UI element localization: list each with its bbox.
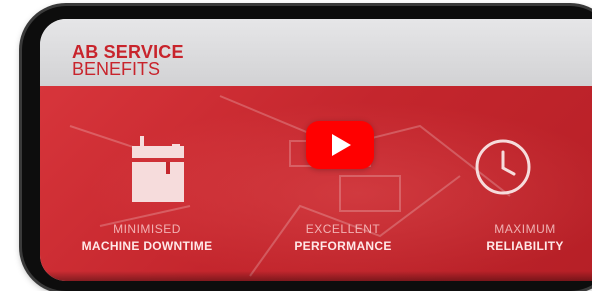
benefit-machine-downtime: MINIMISED MACHINE DOWNTIME (62, 222, 232, 253)
benefit-qualifier: MAXIMUM (494, 222, 556, 236)
benefit-qualifier: EXCELLENT (305, 222, 381, 236)
phone-screen: AB SERVICE BENEFITS MINIMISED MACHINE DO… (40, 19, 592, 281)
header: AB SERVICE BENEFITS (40, 19, 592, 86)
benefit-performance: EXCELLENT PERFORMANCE (258, 222, 428, 253)
benefit-label: PERFORMANCE (294, 239, 392, 253)
clock-icon (475, 139, 531, 195)
benefit-reliability: MAXIMUM RELIABILITY (440, 222, 592, 253)
play-icon (332, 134, 351, 156)
benefit-qualifier: MINIMISED (113, 222, 181, 236)
phone-frame: AB SERVICE BENEFITS MINIMISED MACHINE DO… (22, 6, 592, 291)
play-button[interactable] (306, 121, 374, 169)
machine-icon (132, 136, 184, 202)
benefit-label: RELIABILITY (486, 239, 564, 253)
brand-subtitle: BENEFITS (72, 59, 161, 79)
bottom-shadow (40, 271, 592, 281)
benefit-label: MACHINE DOWNTIME (81, 239, 213, 253)
hero-banner: MINIMISED MACHINE DOWNTIME EXCELLENT PER… (40, 86, 592, 281)
